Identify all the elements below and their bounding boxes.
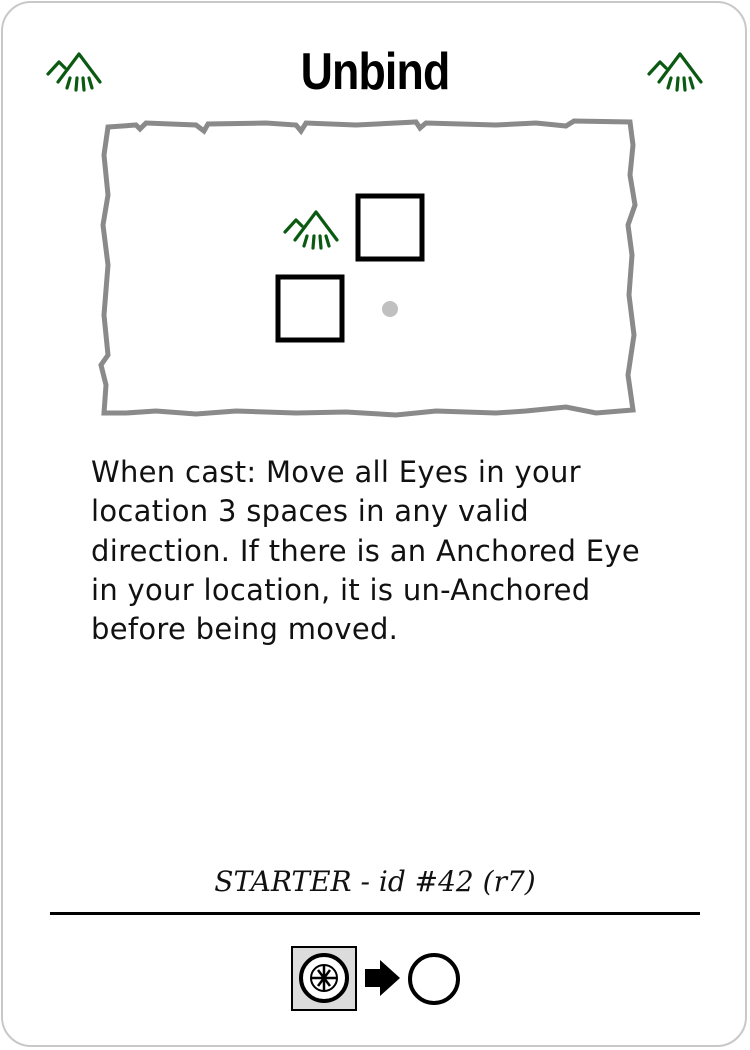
mountain-element-icon bbox=[647, 52, 703, 92]
arrow-right-icon bbox=[365, 960, 400, 996]
parchment-border bbox=[98, 118, 638, 418]
empty-circle-icon bbox=[408, 953, 460, 1005]
card-title: Unbind bbox=[300, 43, 451, 101]
card-description: When cast: Move all Eyes in your locatio… bbox=[91, 455, 640, 647]
crossed-circle-token-icon bbox=[291, 946, 357, 1011]
card-footer: STARTER - id #42 (r7) bbox=[214, 865, 536, 898]
grey-dot bbox=[382, 301, 398, 317]
divider bbox=[50, 912, 700, 915]
cost-row bbox=[291, 946, 460, 1011]
spell-diagram bbox=[98, 118, 638, 418]
